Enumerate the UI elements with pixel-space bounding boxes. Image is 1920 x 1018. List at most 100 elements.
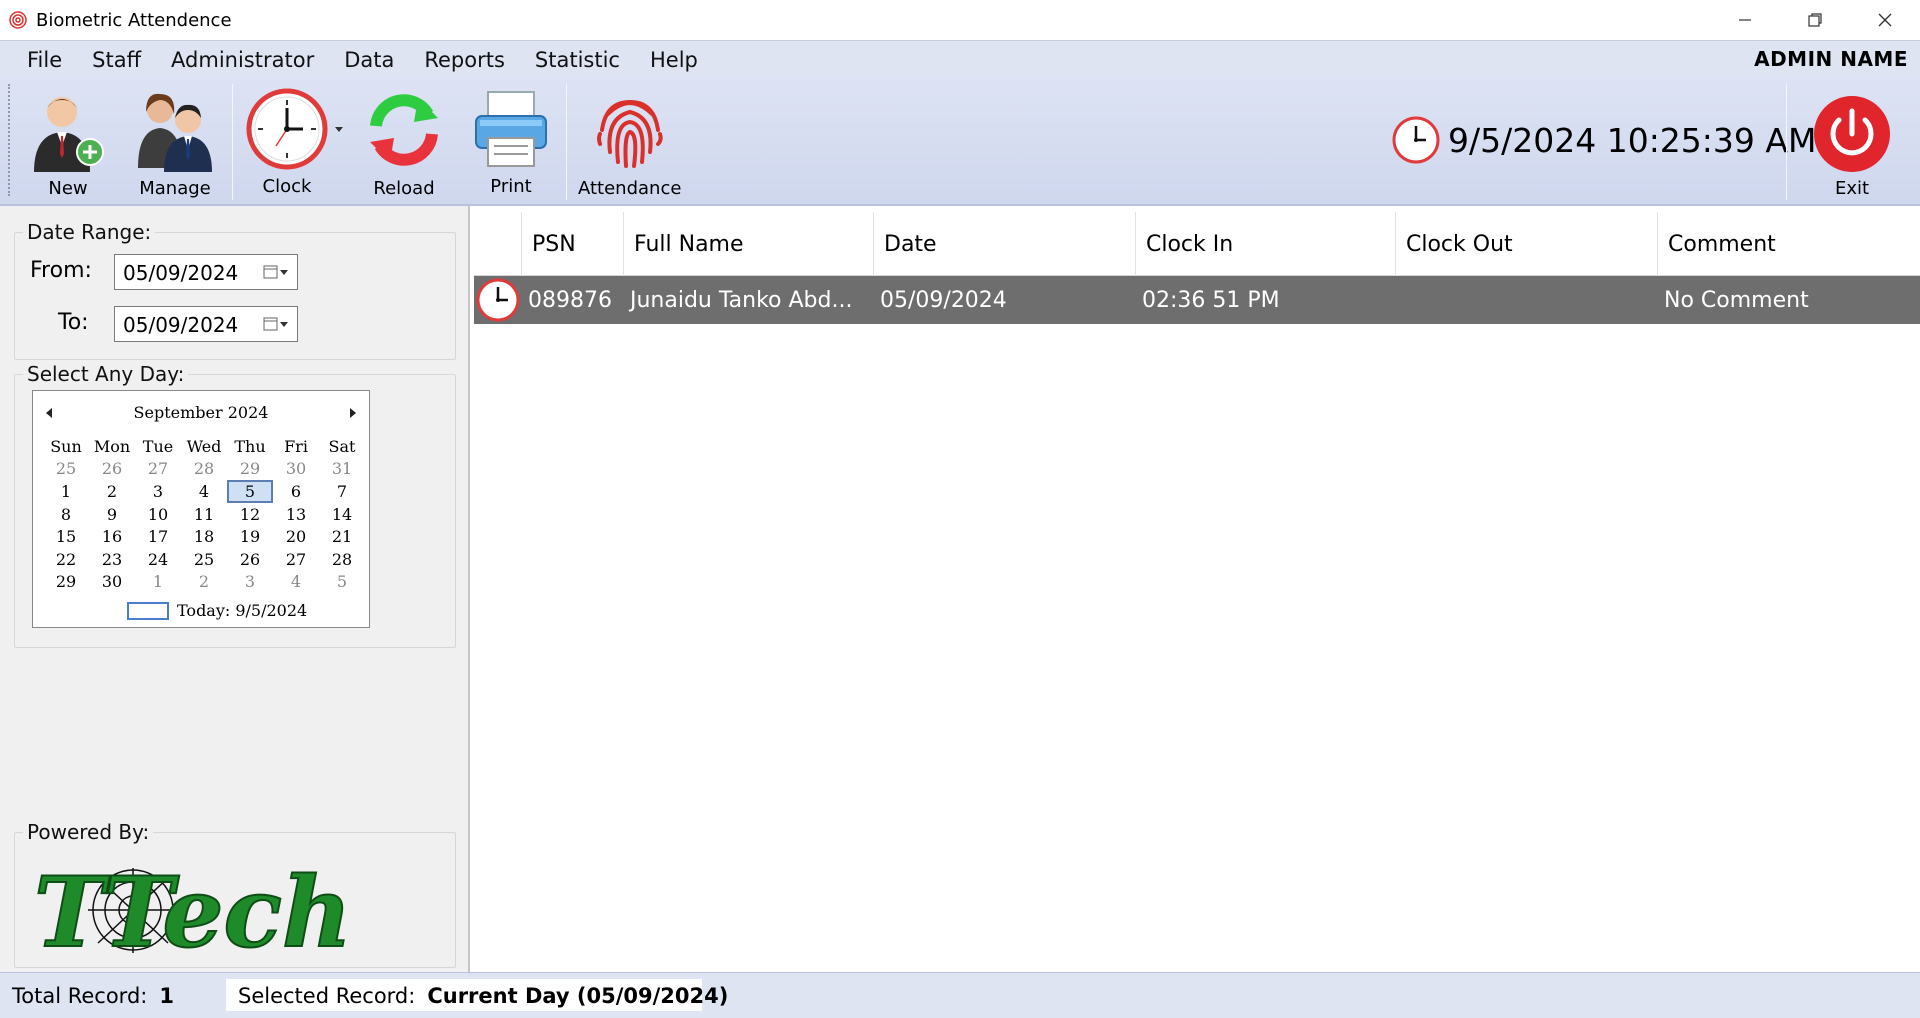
column-header-date[interactable]: Date xyxy=(874,212,1136,276)
column-header-clock-out[interactable]: Clock Out xyxy=(1396,212,1658,276)
calendar-day[interactable]: 3 xyxy=(135,480,181,503)
from-date-picker[interactable]: 05/09/2024 xyxy=(114,254,298,290)
calendar-day[interactable]: 26 xyxy=(227,548,273,571)
powered-by-legend: Powered By: xyxy=(27,820,150,844)
calendar-day[interactable]: 25 xyxy=(181,548,227,571)
calendar-day[interactable]: 17 xyxy=(135,526,181,549)
calendar-day[interactable]: 20 xyxy=(273,526,319,549)
calendar-day[interactable]: 28 xyxy=(319,548,365,571)
title-bar: Biometric Attendence xyxy=(0,0,1920,40)
toolbar-separator xyxy=(566,84,567,200)
calendar-day[interactable]: 21 xyxy=(319,526,365,549)
weekday-header: Mon xyxy=(93,436,131,456)
calendar-day[interactable]: 1 xyxy=(43,480,89,503)
calendar-day[interactable]: 5 xyxy=(319,571,365,594)
column-header-comment[interactable]: Comment xyxy=(1658,212,1920,276)
calendar-day[interactable]: 2 xyxy=(181,571,227,594)
selected-record-label: Selected Record: xyxy=(238,984,416,1008)
cell-date: 05/09/2024 xyxy=(880,287,1007,313)
calendar-day[interactable]: 15 xyxy=(43,526,89,549)
minimize-button[interactable] xyxy=(1710,0,1780,40)
from-date-dropdown[interactable] xyxy=(263,264,289,280)
calendar-day[interactable]: 4 xyxy=(181,480,227,503)
print-button[interactable]: Print xyxy=(470,88,552,197)
menu-reports[interactable]: Reports xyxy=(409,48,520,72)
menu-statistic[interactable]: Statistic xyxy=(520,48,635,72)
new-staff-button[interactable]: New xyxy=(28,88,108,199)
calendar-day[interactable]: 2 xyxy=(89,480,135,503)
attendance-grid[interactable]: PSN Full Name Date Clock In Clock Out Co… xyxy=(474,212,1920,972)
weekday-header: Sun xyxy=(50,436,82,456)
calendar-day[interactable]: 8 xyxy=(43,503,89,526)
calendar-day[interactable]: 9 xyxy=(89,503,135,526)
calendar-icon xyxy=(263,317,278,331)
close-button[interactable] xyxy=(1850,0,1920,40)
menu-help[interactable]: Help xyxy=(635,48,713,72)
reload-icon xyxy=(370,94,438,166)
weekday-header: Sat xyxy=(328,436,356,456)
today-link[interactable]: Today: 9/5/2024 xyxy=(127,601,307,620)
menu-administrator[interactable]: Administrator xyxy=(156,48,329,72)
today-marker xyxy=(127,601,169,620)
datetime-text: 9/5/2024 10:25:39 AM xyxy=(1448,120,1817,160)
column-header-psn[interactable]: PSN xyxy=(522,212,624,276)
manage-users-icon xyxy=(138,93,212,172)
calendar-day[interactable]: 25 xyxy=(43,458,89,481)
reload-button[interactable]: Reload xyxy=(362,88,446,199)
attendance-button[interactable]: Attendance xyxy=(578,88,681,199)
clock-button[interactable]: Clock xyxy=(246,88,346,197)
calendar-month-title[interactable]: September 2024 xyxy=(33,403,369,422)
cell-clock-in: 02:36 51 PM xyxy=(1142,287,1280,313)
today-label: Today: 9/5/2024 xyxy=(177,601,308,620)
menu-staff[interactable]: Staff xyxy=(77,48,156,72)
calendar-day[interactable]: 3 xyxy=(227,571,273,594)
calendar-day[interactable]: 27 xyxy=(273,548,319,571)
month-calendar[interactable]: September 2024 Sun Mon Tue Wed Thu Fri S… xyxy=(32,390,370,628)
column-header-full-name[interactable]: Full Name xyxy=(624,212,874,276)
clock-dropdown-arrow-icon[interactable] xyxy=(332,124,346,134)
calendar-day[interactable]: 6 xyxy=(273,480,319,503)
calendar-day[interactable]: 26 xyxy=(89,458,135,481)
manage-staff-button[interactable]: Manage xyxy=(132,88,218,199)
calendar-day-selected[interactable]: 5 xyxy=(227,480,273,503)
toolbar-grip[interactable] xyxy=(8,84,11,196)
row-header-corner xyxy=(474,212,522,276)
calendar-day[interactable]: 10 xyxy=(135,503,181,526)
calendar-day[interactable]: 12 xyxy=(227,503,273,526)
next-month-icon[interactable] xyxy=(349,408,357,418)
calendar-day[interactable]: 13 xyxy=(273,503,319,526)
menu-data[interactable]: Data xyxy=(329,48,409,72)
column-header-clock-in[interactable]: Clock In xyxy=(1136,212,1396,276)
calendar-day[interactable]: 30 xyxy=(89,571,135,594)
table-row[interactable]: 089876 Junaidu Tanko Abd... 05/09/2024 0… xyxy=(474,276,1920,324)
calendar-day[interactable]: 19 xyxy=(227,526,273,549)
calendar-day[interactable]: 1 xyxy=(135,571,181,594)
calendar-day[interactable]: 11 xyxy=(181,503,227,526)
calendar-day[interactable]: 30 xyxy=(273,458,319,481)
calendar-day[interactable]: 16 xyxy=(89,526,135,549)
calendar-day[interactable]: 31 xyxy=(319,458,365,481)
calendar-day[interactable]: 4 xyxy=(273,571,319,594)
calendar-day[interactable]: 7 xyxy=(319,480,365,503)
calendar-day[interactable]: 28 xyxy=(181,458,227,481)
calendar-day[interactable]: 29 xyxy=(227,458,273,481)
new-user-icon xyxy=(34,97,104,172)
attendance-label: Attendance xyxy=(578,178,682,199)
to-date-picker[interactable]: 05/09/2024 xyxy=(114,306,298,342)
calendar-day[interactable]: 27 xyxy=(135,458,181,481)
cell-psn: 089876 xyxy=(528,287,612,313)
status-bar: Total Record: 1 Selected Record: Current… xyxy=(0,972,1920,1018)
calendar-day[interactable]: 29 xyxy=(43,571,89,594)
calendar-day[interactable]: 23 xyxy=(89,548,135,571)
menu-file[interactable]: File xyxy=(12,48,77,72)
calendar-day[interactable]: 18 xyxy=(181,526,227,549)
calendar-day[interactable]: 14 xyxy=(319,503,365,526)
weekday-header: Wed xyxy=(186,436,222,456)
chevron-down-icon xyxy=(280,322,288,327)
exit-button[interactable]: Exit xyxy=(1812,94,1892,199)
restore-button[interactable] xyxy=(1780,0,1850,40)
manage-label: Manage xyxy=(139,178,211,199)
to-date-dropdown[interactable] xyxy=(263,316,289,332)
calendar-day[interactable]: 24 xyxy=(135,548,181,571)
calendar-day[interactable]: 22 xyxy=(43,548,89,571)
